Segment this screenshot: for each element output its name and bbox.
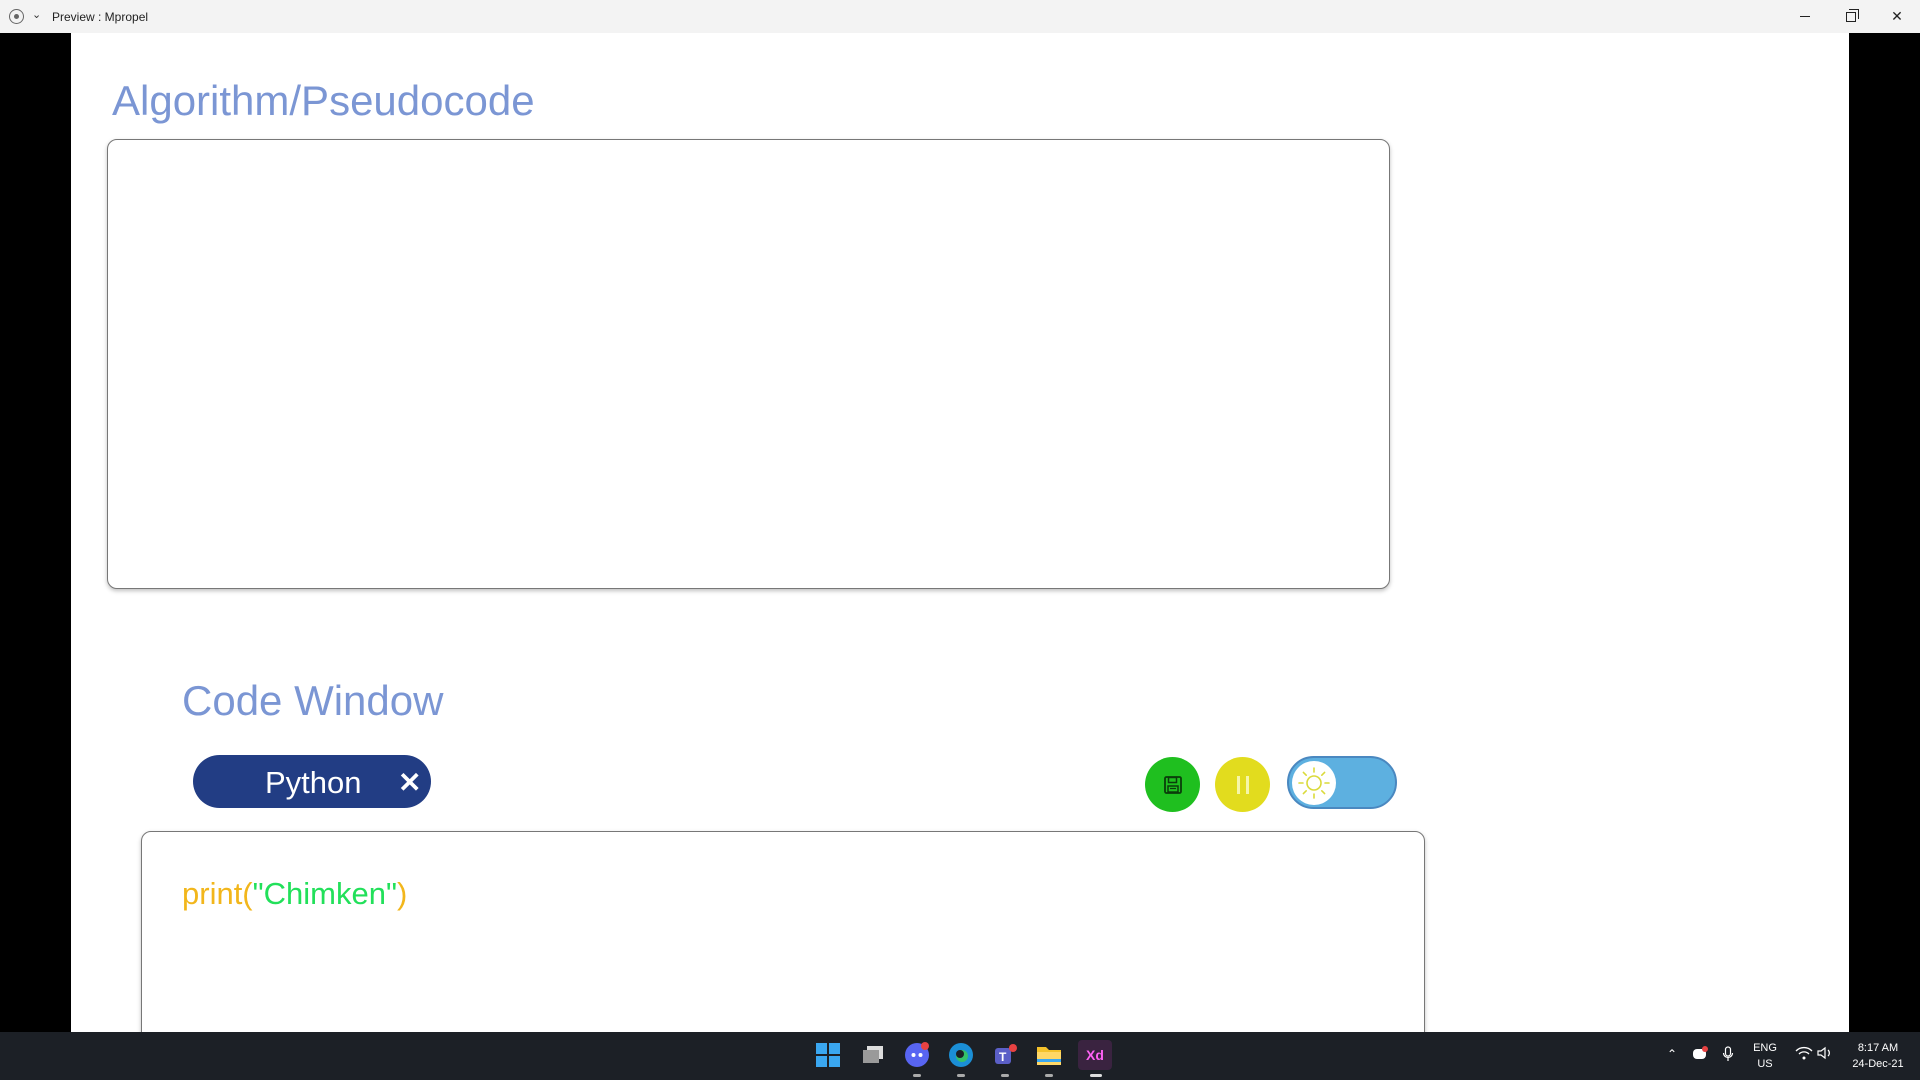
- code-line: print("Chimken"): [182, 876, 407, 912]
- app-canvas: Algorithm/Pseudocode Code Window Python …: [71, 33, 1849, 1033]
- remove-language-icon[interactable]: ✕: [398, 766, 421, 799]
- discord-tray-icon[interactable]: [1692, 1046, 1708, 1063]
- restore-icon: [1846, 8, 1859, 22]
- chevron-down-icon[interactable]: ⌄: [32, 8, 41, 21]
- pause-icon: [1236, 775, 1240, 794]
- microphone-icon[interactable]: [1722, 1046, 1734, 1065]
- algorithm-title: Algorithm/Pseudocode: [112, 77, 535, 124]
- file-explorer-icon[interactable]: [1034, 1040, 1064, 1077]
- code-close-token: ): [396, 876, 408, 911]
- wifi-icon[interactable]: [1795, 1046, 1813, 1063]
- theme-toggle[interactable]: [1287, 756, 1397, 809]
- edge-icon[interactable]: [946, 1040, 976, 1077]
- minimize-icon: [1800, 16, 1810, 17]
- code-string-token: "Chimken": [252, 876, 397, 911]
- adobe-xd-icon[interactable]: Xd: [1078, 1040, 1112, 1077]
- close-icon: ✕: [1891, 8, 1903, 24]
- restore-button[interactable]: [1828, 0, 1874, 33]
- window-title: Preview : Mpropel: [52, 10, 149, 24]
- code-function-token: print(: [182, 876, 253, 911]
- title-bar: ⌄ Preview : Mpropel ✕: [0, 0, 1920, 33]
- windows-start-icon[interactable]: [813, 1040, 843, 1070]
- toggle-knob: [1292, 761, 1336, 805]
- teams-icon[interactable]: T: [990, 1040, 1020, 1077]
- app-icon: [9, 9, 24, 24]
- save-button[interactable]: [1145, 757, 1200, 812]
- code-window-title: Code Window: [182, 677, 444, 724]
- minimize-button[interactable]: [1782, 0, 1828, 33]
- volume-icon[interactable]: [1817, 1046, 1833, 1063]
- language-selector[interactable]: Python ✕: [193, 755, 431, 808]
- pause-button[interactable]: [1215, 757, 1270, 812]
- language-label: Python: [265, 765, 362, 800]
- discord-icon[interactable]: [902, 1040, 932, 1077]
- input-language-indicator[interactable]: ENG US: [1752, 1040, 1778, 1072]
- algorithm-textarea[interactable]: [107, 139, 1390, 589]
- floppy-disk-icon: [1163, 775, 1182, 794]
- close-button[interactable]: ✕: [1874, 0, 1920, 33]
- task-view-icon[interactable]: [858, 1040, 888, 1070]
- show-hidden-icons-chevron-up-icon[interactable]: ⌃: [1667, 1047, 1677, 1061]
- sun-icon: [1298, 767, 1330, 799]
- svg-text:T: T: [999, 1050, 1007, 1064]
- code-editor[interactable]: print("Chimken"): [141, 831, 1425, 1033]
- clock[interactable]: 8:17 AM 24-Dec-21: [1846, 1040, 1910, 1072]
- taskbar: T Xd ⌃ ENG US 8:17 AM 24-Dec-21: [0, 1032, 1920, 1080]
